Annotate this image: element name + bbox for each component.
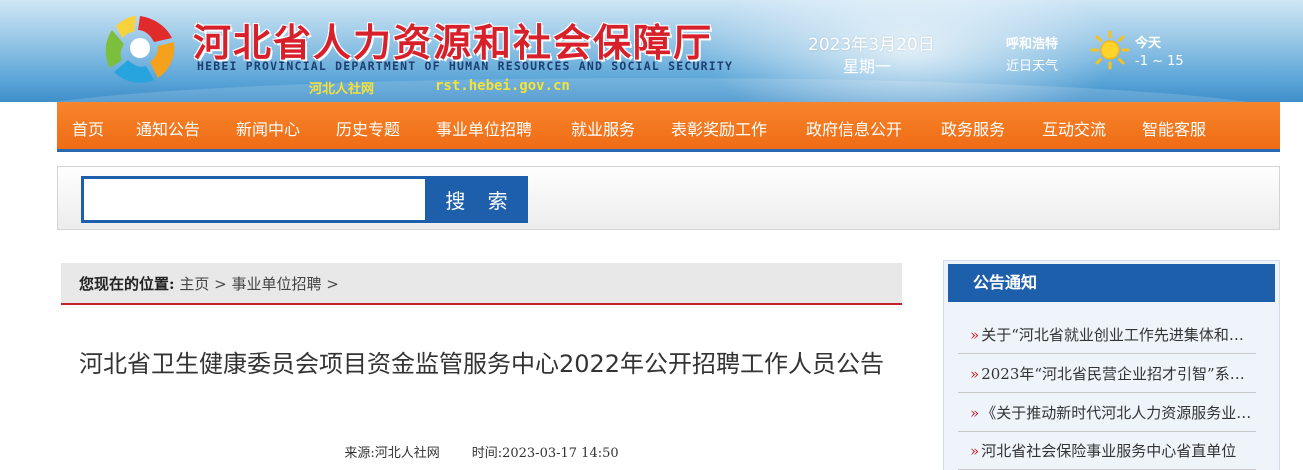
double-chevron-icon: » xyxy=(970,365,980,383)
site-short-name: 河北人社网 xyxy=(309,82,375,97)
nav-item-news[interactable]: 新闻中心 xyxy=(236,116,300,140)
current-date: 2023年3月20日 xyxy=(808,35,935,55)
sidebar-title: 公告通知 xyxy=(948,264,1275,302)
temperature-range: -1 ~ 15 xyxy=(1135,54,1184,69)
nav-underline xyxy=(57,149,1280,152)
nav-item-gov-info[interactable]: 政府信息公开 xyxy=(806,116,902,140)
current-weekday: 星期一 xyxy=(843,57,892,76)
article-time: 时间:2023-03-17 14:50 xyxy=(471,446,619,461)
notice-item-text: 河北省社会保险事业服务中心省直单位 xyxy=(981,442,1237,460)
breadcrumb-separator: > xyxy=(326,275,339,293)
nav-item-notices[interactable]: 通知公告 xyxy=(136,116,200,140)
double-chevron-icon: » xyxy=(970,326,980,344)
breadcrumb: 您现在的位置: 主页 > 事业单位招聘 > xyxy=(61,263,902,305)
site-url[interactable]: rst.hebei.gov.cn xyxy=(435,78,570,94)
nav-item-history[interactable]: 历史专题 xyxy=(336,116,400,140)
main-nav: 首页 通知公告 新闻中心 历史专题 事业单位招聘 就业服务 表彰奖励工作 政府信… xyxy=(57,102,1280,149)
notice-item-text: 关于“河北省就业创业工作先进集体和先进个人”拟表彰对象的公示 xyxy=(981,326,1256,344)
notice-item[interactable]: » 河北省社会保险事业服务中心省直单位 xyxy=(958,432,1256,470)
weather-city: 呼和浩特 xyxy=(1006,37,1059,52)
double-chevron-icon: » xyxy=(970,404,980,422)
nav-item-smart-service[interactable]: 智能客服 xyxy=(1142,116,1206,140)
sun-icon xyxy=(1090,30,1130,70)
search-button[interactable]: 搜 索 xyxy=(425,176,528,223)
notice-item[interactable]: » 2023年“河北省民营企业招才引智”系列活动 xyxy=(958,355,1256,393)
today-label: 今天 xyxy=(1135,36,1162,51)
breadcrumb-home-link[interactable]: 主页 xyxy=(179,275,209,293)
nav-item-employment[interactable]: 就业服务 xyxy=(571,116,635,140)
article-source: 来源:河北人社网 xyxy=(344,446,440,461)
article-meta: 来源:河北人社网 时间:2023-03-17 14:50 xyxy=(61,442,902,461)
nav-item-home[interactable]: 首页 xyxy=(72,116,104,140)
breadcrumb-label: 您现在的位置: xyxy=(79,275,175,293)
double-chevron-icon: » xyxy=(970,442,980,460)
notice-item[interactable]: »关于“河北省就业创业工作先进集体和先进个人”拟表彰对象的公示 xyxy=(958,316,1256,354)
nav-item-gov-services[interactable]: 政务服务 xyxy=(941,116,1005,140)
search-input[interactable] xyxy=(81,176,427,223)
nav-item-awards[interactable]: 表彰奖励工作 xyxy=(671,116,767,140)
breadcrumb-recruitment-link[interactable]: 事业单位招聘 xyxy=(231,275,321,293)
notice-item-text: 2023年“河北省民营企业招才引智”系列活动 xyxy=(981,365,1256,383)
nav-item-recruitment[interactable]: 事业单位招聘 xyxy=(436,116,532,140)
notice-item-text: 《关于推动新时代河北人力资源服务业高质量发展的实施意见》 xyxy=(981,404,1256,422)
site-subtitle: HEBEI PROVINCIAL DEPARTMENT OF HUMAN RES… xyxy=(197,59,734,73)
site-header: 河北省人力资源和社会保障厅 HEBEI PROVINCIAL DEPARTMEN… xyxy=(0,0,1303,102)
weather-label: 近日天气 xyxy=(1006,59,1059,74)
nav-item-interaction[interactable]: 互动交流 xyxy=(1042,116,1106,140)
article-title: 河北省卫生健康委员会项目资金监管服务中心2022年公开招聘工作人员公告 xyxy=(78,350,885,378)
notice-item[interactable]: »《关于推动新时代河北人力资源服务业高质量发展的实施意见》 xyxy=(958,394,1256,432)
site-logo-icon[interactable] xyxy=(102,12,178,84)
breadcrumb-separator: > xyxy=(214,275,227,293)
